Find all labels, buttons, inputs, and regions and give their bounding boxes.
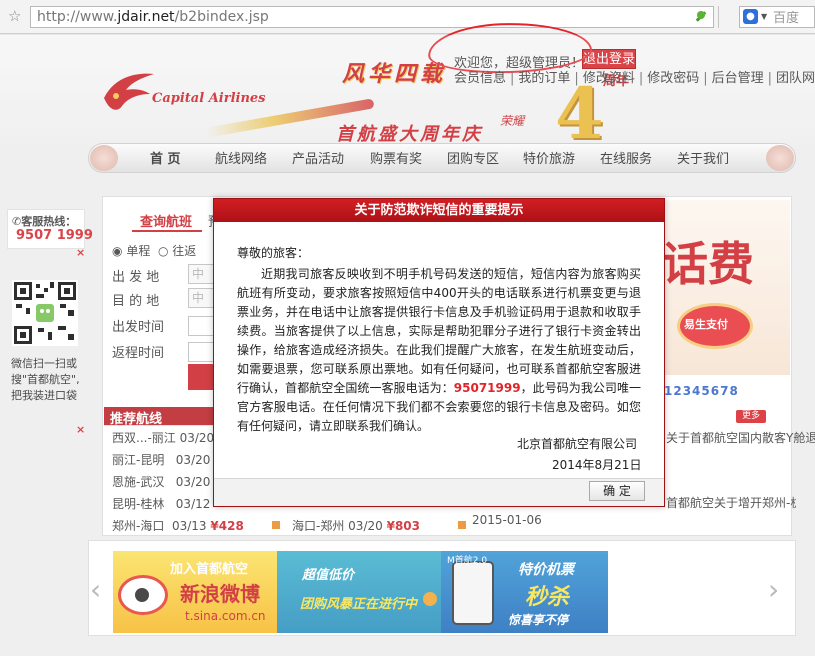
ok-button[interactable]: 确 定 bbox=[589, 481, 645, 501]
baidu-paw-icon[interactable]: ● bbox=[743, 9, 758, 24]
url-path: /b2bindex.jsp bbox=[174, 9, 269, 25]
url-domain: jdair.net bbox=[117, 9, 175, 25]
search-engine-label: 百度 bbox=[773, 11, 800, 26]
dialog-signature: 北京首都航空有限公司 bbox=[517, 437, 638, 451]
screen: ☆ http://www.jdair.net/b2bindex.jsp ● ▼ … bbox=[0, 0, 815, 656]
toolbar-divider bbox=[718, 6, 719, 28]
bookmark-star-icon[interactable]: ☆ bbox=[8, 7, 21, 25]
url-input[interactable]: http://www.jdair.net/b2bindex.jsp bbox=[30, 6, 714, 28]
dialog-message-part1: 近期我司旅客反映收到不明手机号码发送的短信，短信内容为旅客购买航班有所变动，要求… bbox=[237, 267, 641, 395]
dialog-body: 尊敬的旅客： 近期我司旅客反映收到不明手机号码发送的短信，短信内容为旅客购买航班… bbox=[237, 244, 641, 436]
dialog-hotline: 95071999 bbox=[453, 381, 521, 395]
dialog-greeting: 尊敬的旅客： bbox=[237, 246, 310, 260]
url-prefix: http://www. bbox=[37, 9, 118, 25]
dialog-message: 近期我司旅客反映收到不明手机号码发送的短信，短信内容为旅客购买航班有所变动，要求… bbox=[237, 265, 641, 436]
go-arrow-icon[interactable] bbox=[693, 9, 709, 25]
dialog-title: 关于防范欺诈短信的重要提示 bbox=[214, 199, 664, 222]
dialog-date: 2014年8月21日 bbox=[552, 458, 642, 472]
chevron-down-icon[interactable]: ▼ bbox=[761, 12, 767, 21]
